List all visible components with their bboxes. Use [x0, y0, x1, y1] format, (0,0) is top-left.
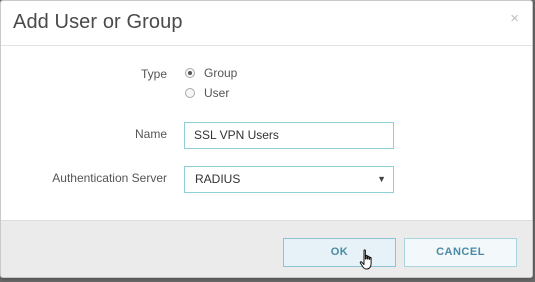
auth-server-label: Authentication Server — [52, 171, 167, 185]
auth-server-select[interactable]: RADIUS ▼ — [184, 166, 394, 193]
radio-group-option[interactable]: Group — [185, 65, 237, 81]
radio-button-group[interactable] — [185, 68, 195, 78]
dialog-footer: OK CANCEL — [1, 220, 532, 277]
chevron-down-icon: ▼ — [377, 174, 386, 184]
dialog-header: Add User or Group × — [1, 1, 532, 46]
auth-server-value: RADIUS — [195, 172, 241, 186]
name-label: Name — [134, 127, 167, 141]
cancel-button[interactable]: CANCEL — [404, 238, 517, 267]
radio-user-option[interactable]: User — [185, 85, 229, 101]
name-input[interactable]: SSL VPN Users — [184, 122, 394, 149]
radio-button-user[interactable] — [185, 88, 195, 98]
type-label: Type — [140, 67, 167, 81]
hand-pointer-icon — [359, 249, 372, 270]
dialog-title: Add User or Group — [13, 11, 183, 33]
radio-label-user: User — [204, 86, 230, 100]
ok-button[interactable]: OK — [283, 238, 396, 267]
add-user-group-dialog: Add User or Group × Type Group User Name… — [0, 0, 533, 278]
radio-label-group: Group — [204, 66, 238, 80]
close-icon[interactable]: × — [510, 10, 519, 27]
